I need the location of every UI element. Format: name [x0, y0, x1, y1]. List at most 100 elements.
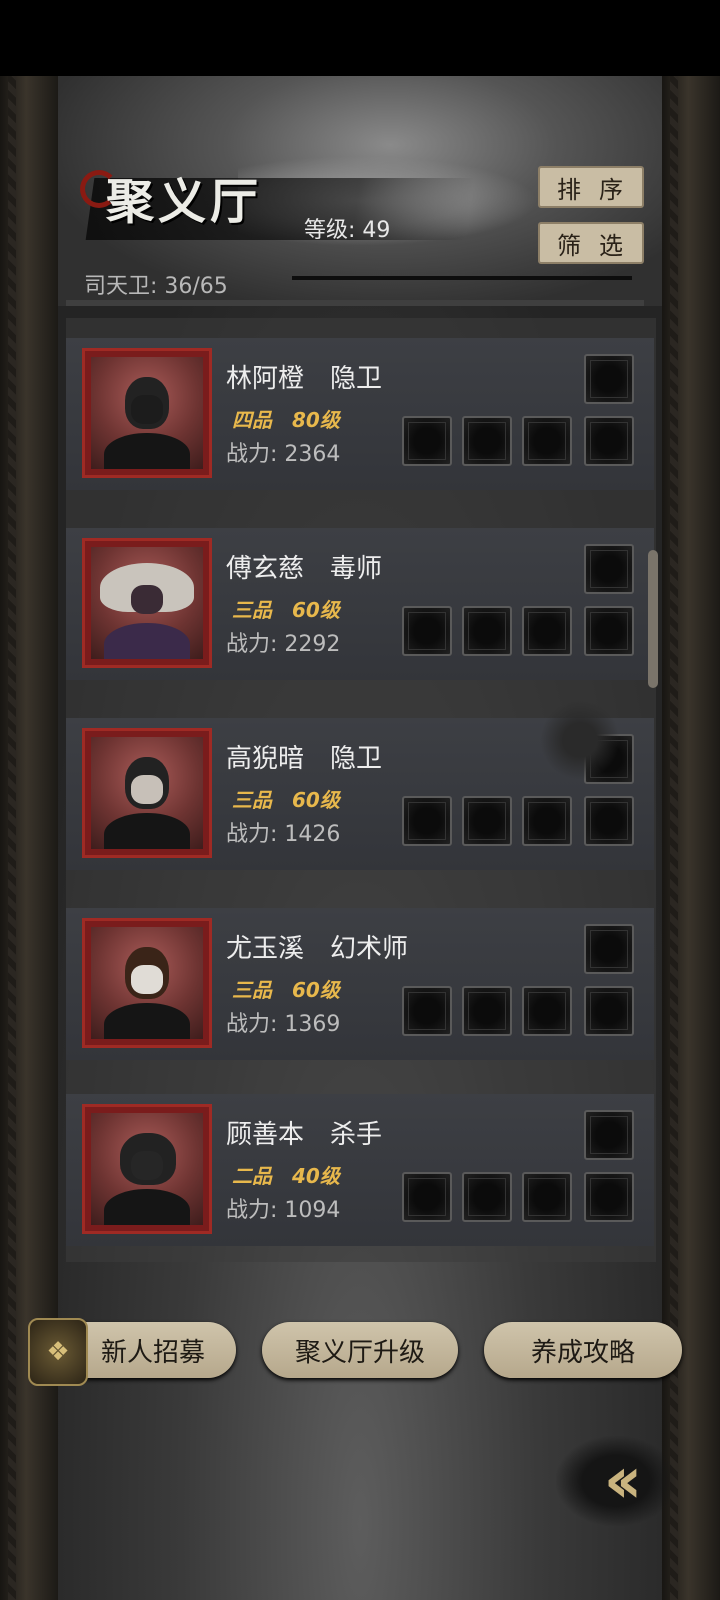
character-name-row: 尤玉溪 幻术师 — [226, 928, 408, 965]
character-power: 战力: 1094 — [226, 1198, 341, 1223]
character-rank: 二品 — [232, 1164, 272, 1188]
equipment-slot[interactable] — [402, 796, 452, 846]
character-power: 战力: 1426 — [226, 822, 341, 847]
portrait-art — [91, 547, 203, 659]
sort-button[interactable]: 排序 — [538, 166, 644, 208]
character-power: 战力: 2364 — [226, 442, 341, 467]
guide-button[interactable]: 养成攻略 — [484, 1322, 682, 1378]
hall-level: 等级: 49 — [304, 218, 391, 243]
character-name: 傅玄慈 — [226, 554, 305, 584]
character-portrait[interactable] — [82, 1104, 212, 1234]
character-grade: 二品 40级 — [232, 1160, 340, 1189]
character-name: 林阿橙 — [226, 364, 305, 394]
character-grade: 三品 60级 — [232, 974, 340, 1003]
equipment-slot[interactable] — [522, 606, 572, 656]
equipment-slot[interactable] — [584, 606, 634, 656]
character-rank: 三品 — [232, 788, 272, 812]
header-divider — [292, 276, 632, 280]
skill-slot[interactable] — [584, 354, 634, 404]
equipment-slot[interactable] — [402, 606, 452, 656]
equipment-slot[interactable] — [522, 1172, 572, 1222]
hall-upgrade-button-label: 聚义厅升级 — [294, 1337, 425, 1368]
portrait-body — [104, 1189, 190, 1225]
equipment-slot[interactable] — [584, 986, 634, 1036]
recruit-button-label: 新人招募 — [100, 1337, 205, 1368]
equipment-slot[interactable] — [462, 416, 512, 466]
skill-slot[interactable] — [584, 924, 634, 974]
portrait-face — [131, 965, 163, 995]
portrait-body — [104, 813, 190, 849]
equipment-slot[interactable] — [522, 796, 572, 846]
portrait-face — [131, 775, 163, 805]
character-role: 毒师 — [330, 554, 383, 584]
equipment-slot[interactable] — [462, 1172, 512, 1222]
portrait-body — [104, 1003, 190, 1039]
character-portrait[interactable] — [82, 918, 212, 1048]
character-role: 杀手 — [330, 1120, 383, 1150]
character-name-row: 傅玄慈 毒师 — [226, 548, 382, 585]
character-role: 隐卫 — [330, 364, 383, 394]
character-level: 80级 — [292, 408, 340, 432]
character-grade: 四品 80级 — [232, 404, 340, 433]
character-card[interactable]: 林阿橙 隐卫 四品 80级 战力: 2364 — [66, 338, 654, 490]
status-bar — [0, 0, 720, 76]
character-rank: 三品 — [232, 598, 272, 622]
character-portrait[interactable] — [82, 728, 212, 858]
character-portrait[interactable] — [82, 538, 212, 668]
character-level: 60级 — [292, 788, 340, 812]
page-title: 聚义厅 — [106, 174, 263, 230]
character-name: 尤玉溪 — [226, 934, 305, 964]
equipment-slot[interactable] — [402, 416, 452, 466]
character-grade: 三品 60级 — [232, 594, 340, 623]
skill-slot[interactable] — [584, 1110, 634, 1160]
portrait-art — [91, 357, 203, 469]
character-name-row: 顾善本 杀手 — [226, 1114, 382, 1151]
portrait-mask — [131, 1151, 163, 1181]
equipment-slot[interactable] — [402, 986, 452, 1036]
back-chevron-icon[interactable]: ‹‹ — [556, 1436, 676, 1526]
character-name: 高猊暗 — [226, 744, 305, 774]
character-power: 战力: 2292 — [226, 632, 341, 657]
character-power: 战力: 1369 — [226, 1012, 341, 1037]
equipment-slot[interactable] — [462, 986, 512, 1036]
guard-count: 司天卫: 36/65 — [84, 274, 228, 299]
character-card[interactable]: 傅玄慈 毒师 三品 60级 战力: 2292 — [66, 528, 654, 680]
character-level: 40级 — [292, 1164, 340, 1188]
portrait-art — [91, 927, 203, 1039]
equipment-slot[interactable] — [462, 796, 512, 846]
character-rank: 三品 — [232, 978, 272, 1002]
recruit-card-icon[interactable]: ❖ — [28, 1318, 88, 1386]
character-card[interactable]: 尤玉溪 幻术师 三品 60级 战力: 1369 — [66, 908, 654, 1060]
equipment-slot[interactable] — [584, 416, 634, 466]
equipment-slot[interactable] — [584, 1172, 634, 1222]
portrait-art — [91, 1113, 203, 1225]
character-role: 隐卫 — [330, 744, 383, 774]
ink-spirit-decoration — [540, 700, 620, 780]
character-portrait[interactable] — [82, 348, 212, 478]
character-grade: 三品 60级 — [232, 784, 340, 813]
character-name-row: 高猊暗 隐卫 — [226, 738, 382, 775]
character-rank: 四品 — [232, 408, 272, 432]
guide-button-label: 养成攻略 — [530, 1337, 635, 1368]
equipment-slot[interactable] — [522, 416, 572, 466]
character-level: 60级 — [292, 598, 340, 622]
character-level: 60级 — [292, 978, 340, 1002]
equipment-slot[interactable] — [584, 796, 634, 846]
equipment-slot[interactable] — [462, 606, 512, 656]
portrait-mask — [131, 395, 163, 425]
hall-upgrade-button[interactable]: 聚义厅升级 — [262, 1322, 458, 1378]
character-role: 幻术师 — [330, 934, 409, 964]
filter-button[interactable]: 筛选 — [538, 222, 644, 264]
portrait-face — [131, 585, 163, 615]
list-scrollbar[interactable] — [648, 550, 658, 688]
character-name: 顾善本 — [226, 1120, 305, 1150]
portrait-art — [91, 737, 203, 849]
skill-slot[interactable] — [584, 544, 634, 594]
character-card[interactable]: 顾善本 杀手 二品 40级 战力: 1094 — [66, 1094, 654, 1246]
character-name-row: 林阿橙 隐卫 — [226, 358, 382, 395]
portrait-body — [104, 623, 190, 659]
equipment-slot[interactable] — [522, 986, 572, 1036]
list-top-rule — [66, 300, 644, 306]
equipment-slot[interactable] — [402, 1172, 452, 1222]
portrait-body — [104, 433, 190, 469]
